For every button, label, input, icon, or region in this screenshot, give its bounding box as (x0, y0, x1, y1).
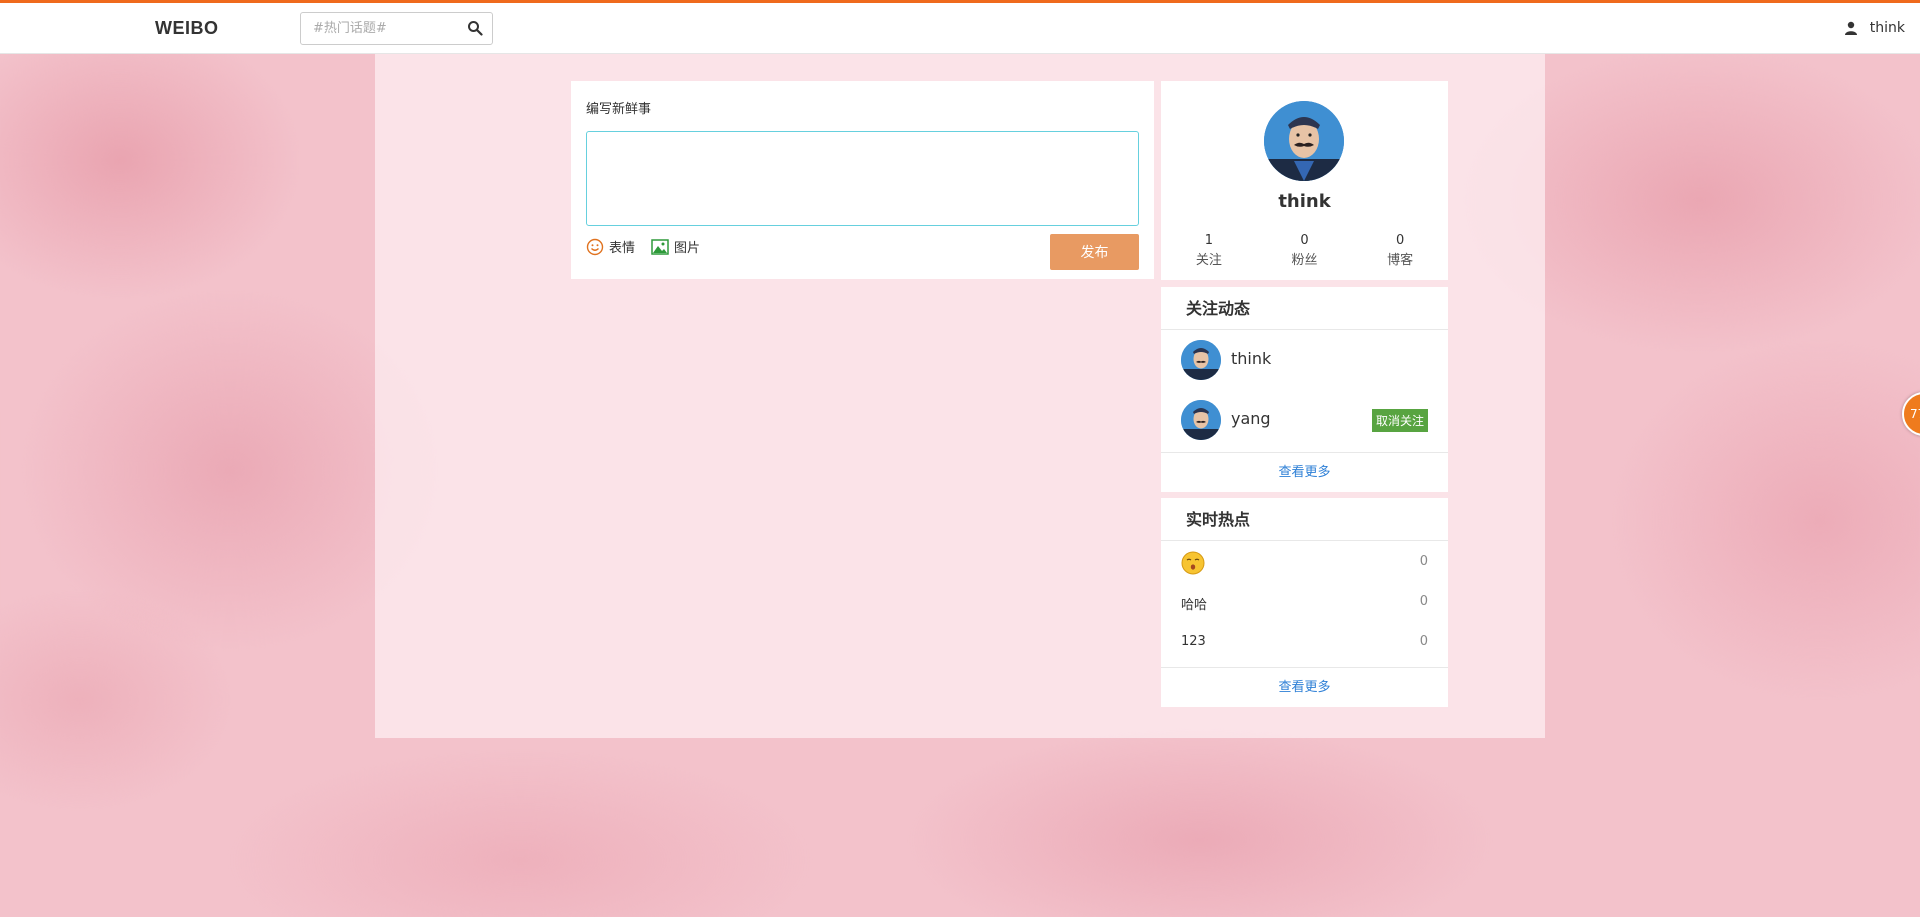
compose-card: 编写新鲜事 表情 图片 发布 (571, 81, 1154, 279)
avatar[interactable] (1264, 101, 1344, 181)
username: think (1869, 20, 1905, 36)
trending-item[interactable]: 哈哈 0 (1161, 583, 1448, 623)
profile-stats: 1 关注 0 粉丝 0 博客 (1161, 231, 1448, 271)
publish-button[interactable]: 发布 (1050, 234, 1139, 270)
stat-blogs[interactable]: 0 博客 (1352, 231, 1448, 271)
follow-updates-card: 关注动态 think yang 取消关注 查看更多 (1161, 287, 1448, 492)
avatar[interactable] (1181, 400, 1221, 440)
stat-value: 0 (1300, 233, 1309, 248)
follow-username[interactable]: think (1231, 349, 1271, 368)
unfollow-button[interactable]: 取消关注 (1371, 409, 1428, 432)
user-menu[interactable]: think (1844, 20, 1905, 36)
search-input[interactable] (301, 13, 461, 44)
compose-title: 编写新鲜事 (586, 102, 652, 117)
stat-label: 博客 (1387, 253, 1414, 268)
trending-label: 哈哈 (1181, 598, 1208, 613)
follow-row[interactable]: yang 取消关注 (1161, 390, 1448, 450)
avatar-portrait-icon (1181, 340, 1221, 380)
smiley-icon (586, 238, 604, 255)
follow-section-title: 关注动态 (1161, 287, 1448, 330)
stat-label: 粉丝 (1291, 253, 1318, 268)
follow-row[interactable]: think (1161, 330, 1448, 390)
emoji-button[interactable]: 表情 (586, 237, 635, 256)
trending-item[interactable]: 123 0 (1161, 623, 1448, 663)
top-navbar: WEIBO think (0, 0, 1920, 54)
follow-see-more-link[interactable]: 查看更多 (1161, 452, 1448, 492)
trending-see-more-link[interactable]: 查看更多 (1161, 667, 1448, 707)
user-icon (1844, 21, 1857, 35)
image-button[interactable]: 图片 (651, 237, 700, 256)
compose-textarea[interactable] (586, 131, 1139, 226)
trending-card: 实时热点 0 哈哈 0 123 0 查看更多 (1161, 498, 1448, 707)
stat-value: 0 (1396, 233, 1405, 248)
emoji-label: 表情 (609, 241, 636, 256)
stat-value: 1 (1204, 233, 1213, 248)
trending-count: 0 (1419, 634, 1428, 649)
trending-item[interactable]: 0 (1161, 543, 1448, 583)
trending-count: 0 (1419, 554, 1428, 569)
follow-username[interactable]: yang (1231, 409, 1271, 428)
image-icon (651, 238, 669, 255)
avatar-portrait-icon (1181, 400, 1221, 440)
stat-followers[interactable]: 0 粉丝 (1257, 231, 1353, 271)
avatar-portrait-icon (1264, 101, 1344, 181)
trending-label: 123 (1181, 634, 1206, 649)
stat-label: 关注 (1195, 253, 1222, 268)
avatar[interactable] (1181, 340, 1221, 380)
logo[interactable]: WEIBO (155, 18, 219, 39)
shush-emoji-icon (1181, 551, 1205, 575)
image-label: 图片 (674, 241, 701, 256)
profile-name: think (1278, 191, 1331, 212)
floating-badge[interactable]: 77 (1902, 392, 1920, 436)
stat-following[interactable]: 1 关注 (1161, 231, 1257, 271)
search-icon[interactable] (467, 20, 483, 36)
trending-count: 0 (1419, 594, 1428, 609)
trending-section-title: 实时热点 (1161, 498, 1448, 541)
profile-card: think 1 关注 0 粉丝 0 博客 (1161, 81, 1448, 280)
search-box (300, 12, 493, 45)
